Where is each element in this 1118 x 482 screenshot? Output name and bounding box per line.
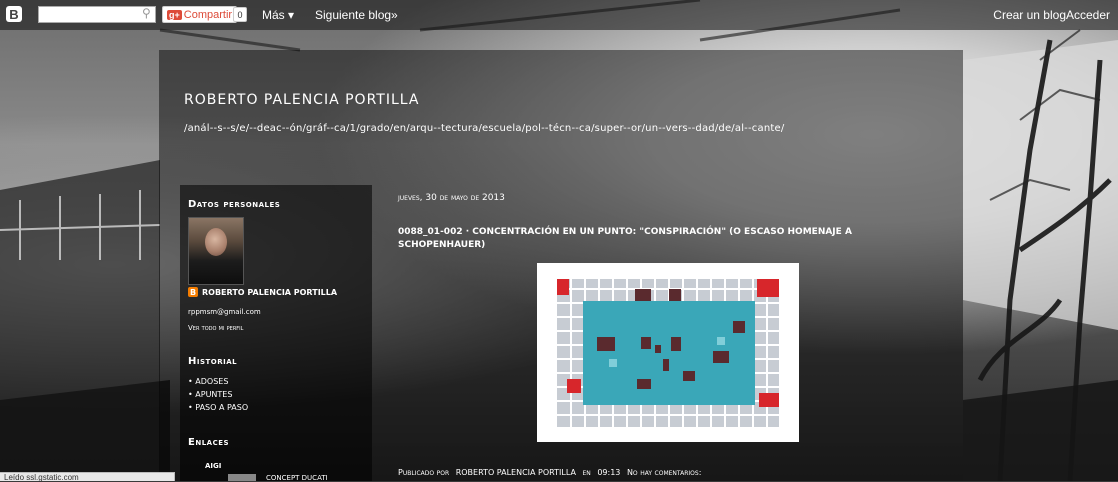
create-blog-link[interactable]: Crear un blog xyxy=(993,8,1066,22)
link-image-label[interactable]: AIGI xyxy=(205,462,221,470)
profile-email: rppmsm@gmail.com xyxy=(188,308,261,316)
profile-name-label: ROBERTO PALENCIA PORTILLA xyxy=(202,287,338,297)
view-profile-link[interactable]: Ver todo mi perfil xyxy=(188,324,243,332)
post-artwork-image[interactable] xyxy=(537,263,799,442)
profile-name-link[interactable]: B ROBERTO PALENCIA PORTILLA xyxy=(188,287,337,297)
blog-description: /anál--s--s/e/--deac--ón/gráf--ca/1/grad… xyxy=(184,123,785,134)
post-title[interactable]: 0088_01-002 · CONCENTRACIÓN EN UN PUNTO:… xyxy=(398,226,868,252)
footer-author-prefix: Publicado por xyxy=(398,468,450,477)
more-menu-button[interactable]: Más ▾ xyxy=(262,8,294,22)
share-label: Compartir xyxy=(183,8,233,21)
history-item[interactable]: APUNTES xyxy=(188,388,248,401)
footer-time-prefix: en xyxy=(582,468,591,477)
blogger-navbar: B ⚲ g+ Compartir 0 Más ▾ Siguiente blog»… xyxy=(0,0,1118,30)
footer-author-link[interactable]: ROBERTO PALENCIA PORTILLA xyxy=(456,468,576,477)
profile-face xyxy=(205,228,227,256)
blogger-icon: B xyxy=(188,287,198,297)
next-blog-link[interactable]: Siguiente blog» xyxy=(315,8,398,22)
share-count-badge: 0 xyxy=(233,7,247,22)
post-date: jueves, 30 de mayo de 2013 xyxy=(398,193,505,203)
profile-heading: Datos personales xyxy=(188,199,281,210)
footer-time-link[interactable]: 09:13 xyxy=(597,468,620,477)
blogger-logo-icon[interactable]: B xyxy=(6,6,22,22)
history-item[interactable]: ADOSES xyxy=(188,375,248,388)
footer-comments-link[interactable]: No hay comentarios: xyxy=(627,468,701,477)
links-heading: Enlaces xyxy=(188,437,230,448)
search-icon[interactable]: ⚲ xyxy=(142,6,156,22)
blog-title[interactable]: ROBERTO PALENCIA PORTILLA xyxy=(184,92,419,108)
link-thumbnail[interactable] xyxy=(228,474,256,481)
artwork-grid-svg xyxy=(557,279,779,427)
navbar-search-input[interactable] xyxy=(38,6,156,23)
post-footer: Publicado por ROBERTO PALENCIA PORTILLA … xyxy=(398,468,705,477)
profile-photo[interactable] xyxy=(188,217,244,285)
history-heading: Historial xyxy=(188,356,238,367)
login-link[interactable]: Acceder xyxy=(1066,8,1110,22)
browser-status-bar: Leído ssl.gstatic.com xyxy=(0,472,175,482)
share-button[interactable]: g+ Compartir xyxy=(162,6,238,23)
google-plus-icon: g+ xyxy=(167,9,182,20)
history-item[interactable]: PASO A PASO xyxy=(188,401,248,414)
history-list: ADOSES APUNTES PASO A PASO xyxy=(188,375,248,414)
